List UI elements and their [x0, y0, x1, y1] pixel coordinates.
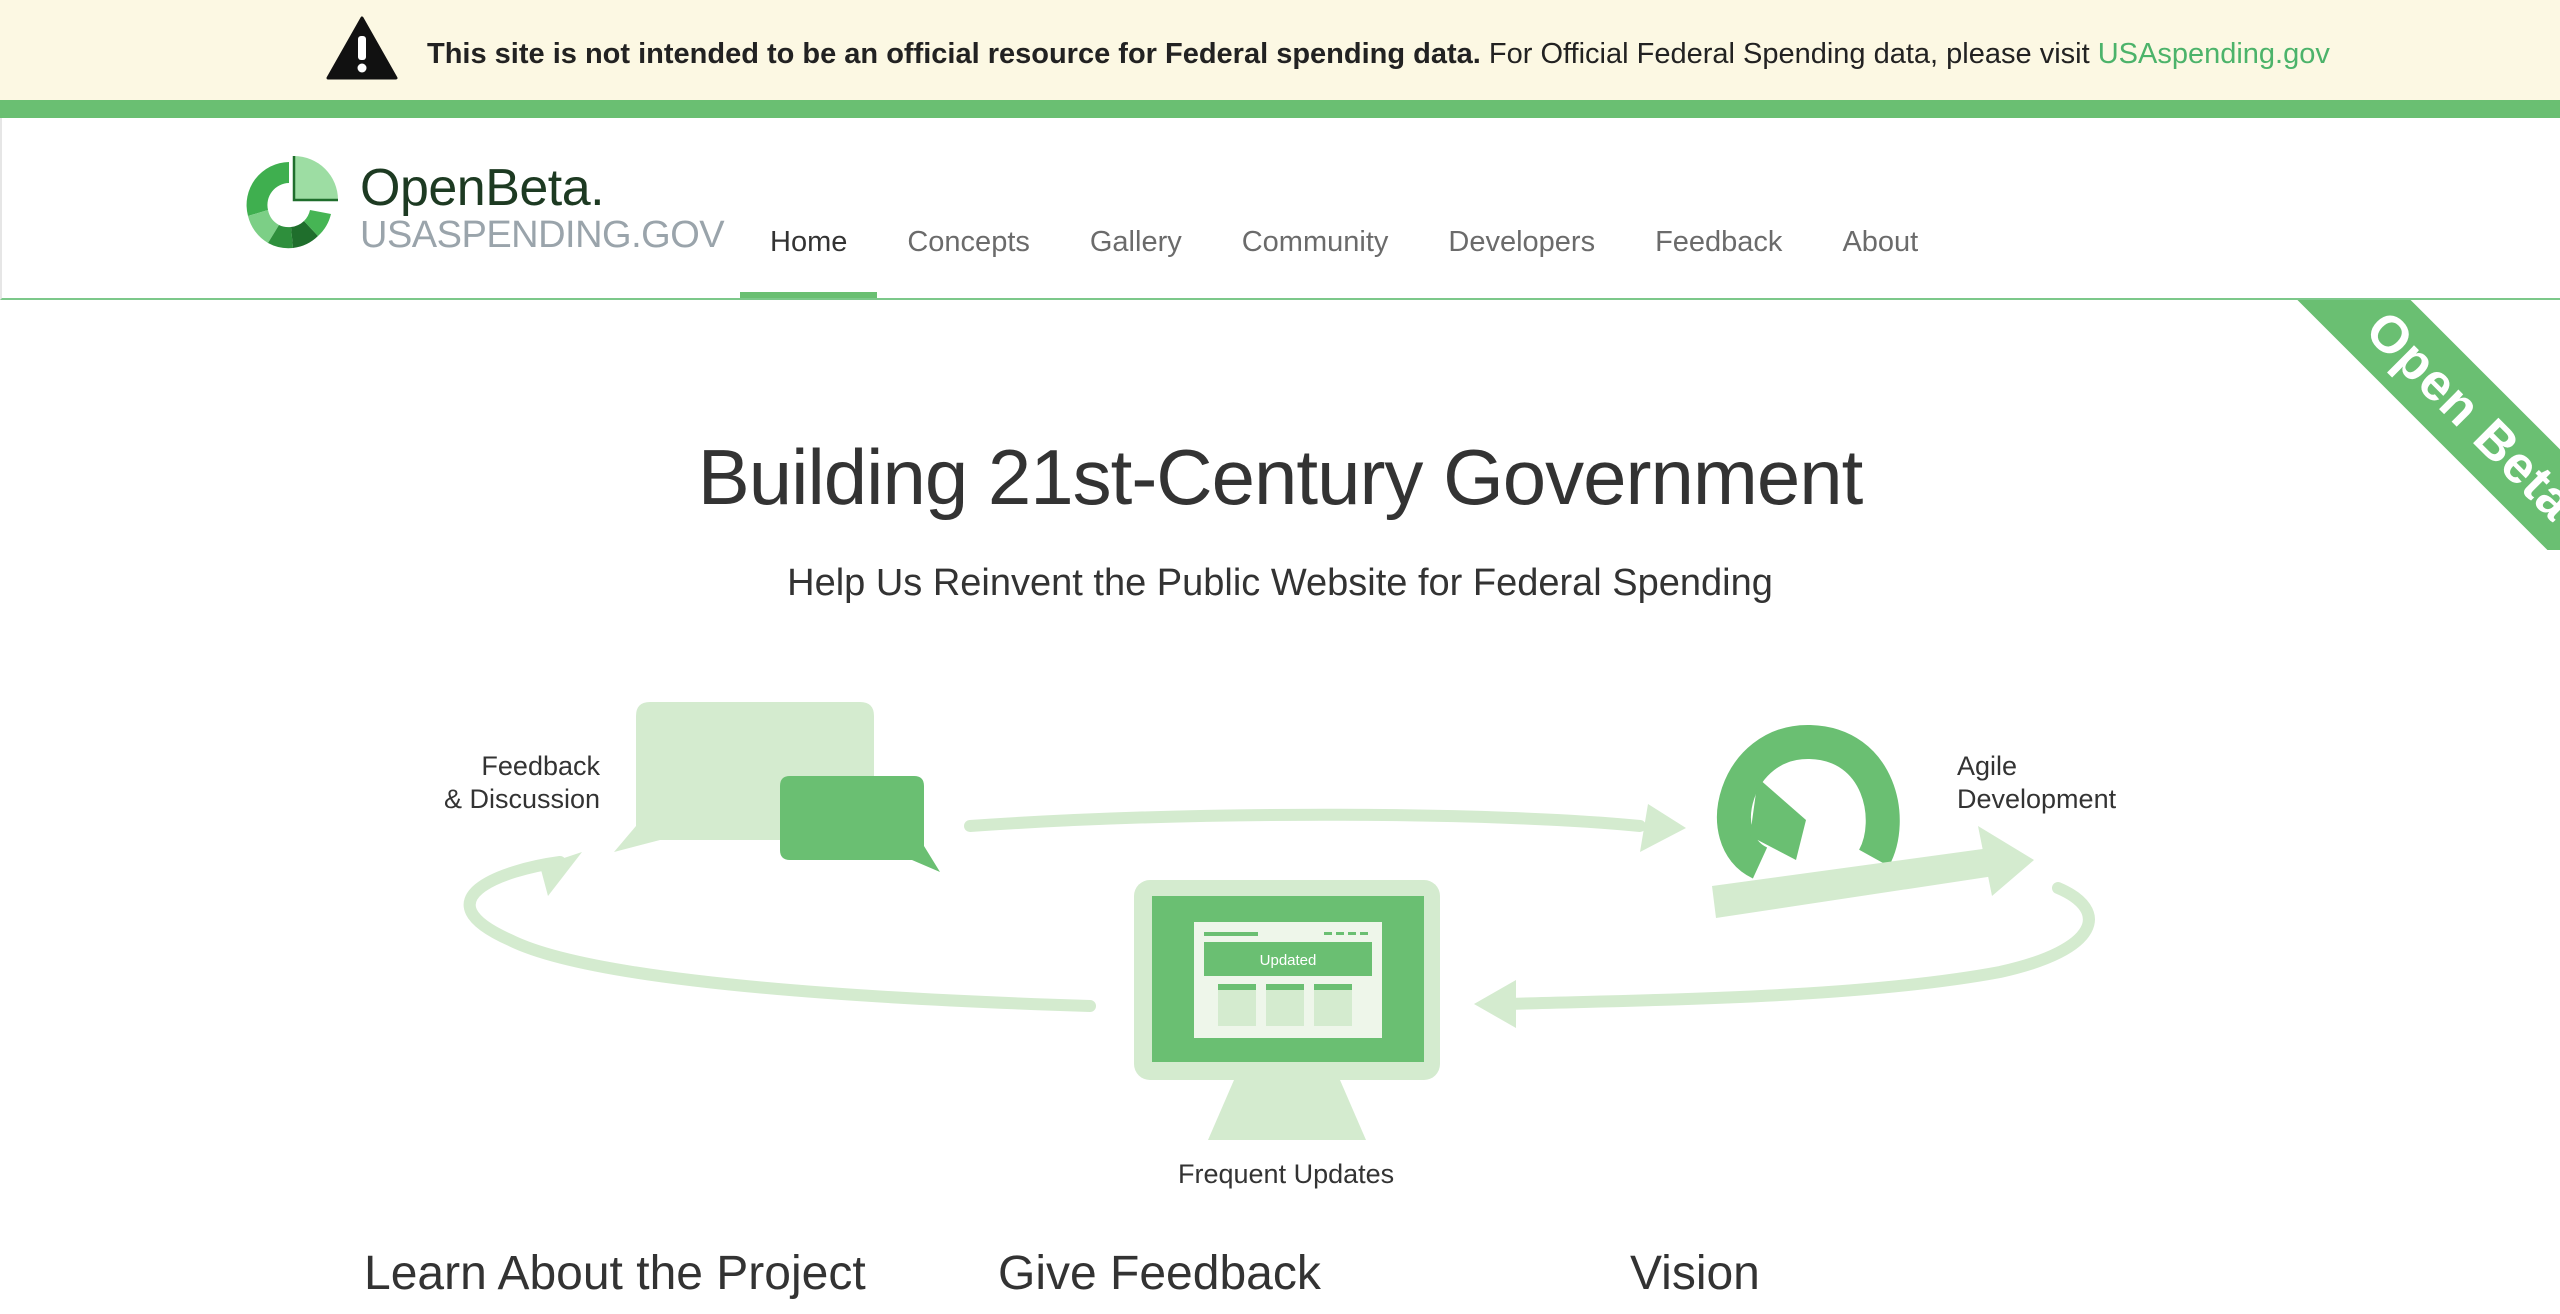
give-feedback-heading: Give Feedback — [998, 1247, 1321, 1300]
nav-gallery[interactable]: Gallery — [1060, 200, 1212, 298]
page-subtitle: Help Us Reinvent the Public Website for … — [787, 562, 1773, 604]
agile-label-line-1: Agile — [1957, 751, 2018, 781]
vision-heading: Vision — [1630, 1247, 1760, 1300]
nav-developers[interactable]: Developers — [1418, 200, 1625, 298]
usaspending-link[interactable]: USAspending.gov — [2098, 38, 2330, 70]
nav-community[interactable]: Community — [1212, 200, 1419, 298]
main-nav: Home Concepts Gallery Community Develope… — [740, 200, 1948, 300]
chat-bubbles-icon — [614, 702, 940, 872]
logo-subtitle[interactable]: USASPENDING.GOV — [360, 214, 725, 256]
nav-concepts[interactable]: Concepts — [877, 200, 1060, 298]
nav-feedback[interactable]: Feedback — [1625, 200, 1812, 298]
feedback-label-line-2: & Discussion — [443, 784, 600, 814]
learn-about-heading: Learn About the Project — [364, 1247, 866, 1300]
openbeta-logo-icon[interactable] — [238, 154, 340, 256]
arrowhead-right — [1474, 980, 1516, 1028]
accent-bar — [0, 100, 2560, 118]
feedback-discussion-label: Feedback & Discussion — [420, 750, 600, 816]
process-diagram-graphic: Updated — [463, 702, 2095, 1140]
monitor-icon: Updated — [1134, 880, 1440, 1140]
warning-icon — [326, 16, 398, 80]
agile-development-label: Agile Development — [1957, 750, 2116, 816]
screen-updated-badge: Updated — [1260, 952, 1317, 969]
disclaimer-plain-text: For Official Federal Spending data, plea… — [1480, 38, 2098, 70]
arc-top — [964, 808, 1646, 832]
arrowhead-top — [1640, 804, 1686, 852]
process-diagram: Updated Feedback & Discussion Agile Deve… — [0, 640, 2560, 1200]
nav-home[interactable]: Home — [740, 200, 878, 298]
disclaimer-banner: This site is not intended to be an offic… — [0, 0, 2560, 100]
nav-about[interactable]: About — [1812, 200, 1948, 298]
feedback-label-line-1: Feedback — [481, 751, 600, 781]
logo-name[interactable]: OpenBeta. — [360, 160, 605, 216]
agile-label-line-2: Development — [1957, 784, 2117, 814]
frequent-updates-label: Frequent Updates — [1178, 1159, 1395, 1189]
disclaimer-bold-text: This site is not intended to be an offic… — [427, 38, 1481, 70]
arc-left — [463, 856, 1096, 1012]
disclaimer-text: This site is not intended to be an offic… — [427, 36, 2330, 72]
page-title: Building 21st-Century Government — [697, 433, 1864, 521]
arc-right — [1504, 882, 2095, 1010]
